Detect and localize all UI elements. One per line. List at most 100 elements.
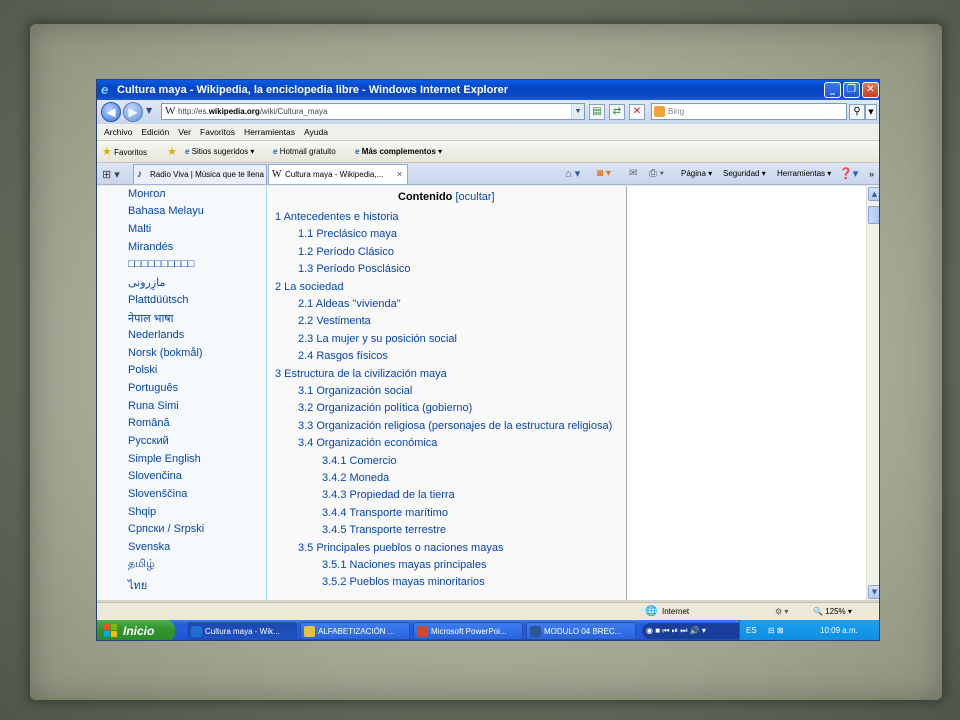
lang-link[interactable]: Română [128,417,170,429]
favorites-button[interactable]: ★ Favoritos [102,141,147,164]
home-icon[interactable]: ⌂ ▾ [565,163,580,185]
toc-entry-level-2[interactable]: 2.2 Vestimenta [298,315,371,327]
toc-entry-level-2[interactable]: 3.4 Organización económica [298,437,437,449]
menu-favoritos[interactable]: Favoritos [200,124,235,140]
tab-radio-viva[interactable]: ♪ Radio Viva | Música que te llena [133,164,267,184]
tray-icons[interactable]: ⊟ ⊠ [768,620,784,640]
lang-link[interactable]: Монгол [128,188,166,200]
favorites-bar: ★ Favoritos ★ e Sitios sugeridos ▾ e Hot… [97,141,879,164]
compatibility-view-icon[interactable]: ▤ [589,104,605,120]
history-dropdown-icon[interactable]: ▼ [146,106,152,115]
lang-link[interactable]: Српски / Srpski [128,523,204,535]
toc-entry-level-2[interactable]: 2.4 Rasgos físicos [298,350,388,362]
toc-toggle-link[interactable]: [ocultar] [455,191,494,203]
lang-link[interactable]: Русский [128,435,169,447]
toc-entry-level-3[interactable]: 3.4.4 Transporte marítimo [322,507,448,519]
taskbar-item-word[interactable]: MODULO 04 BREC... [526,622,636,640]
lang-link[interactable]: ไทย [128,576,147,594]
lang-link[interactable]: Nederlands [128,329,184,341]
start-button[interactable]: Inicio [97,620,175,640]
tab-cultura-maya[interactable]: W Cultura maya - Wikipedia,... ✕ [268,164,408,184]
toc-entry-level-3[interactable]: 3.5.2 Pueblos mayas minoritarios [322,576,485,588]
toc-entry-level-1[interactable]: 2 La sociedad [275,281,344,293]
lang-link[interactable]: Norsk (bokmål) [128,347,203,359]
lang-link[interactable]: Svenska [128,541,170,553]
scroll-thumb[interactable] [868,206,879,224]
address-dropdown-icon[interactable]: ▼ [571,104,584,119]
lang-link[interactable]: Slovenščina [128,488,187,500]
refresh-icon[interactable]: ⇄ [609,104,625,120]
menu-ver[interactable]: Ver [178,124,191,140]
vertical-scrollbar[interactable]: ▲ ▼ [866,186,879,600]
maximize-button[interactable]: ❐ [843,82,860,98]
search-icon[interactable]: ⚲ [849,104,865,120]
toc-entry-level-2[interactable]: 1.2 Período Clásico [298,246,394,258]
stop-icon[interactable]: ✕ [629,104,645,120]
lang-link[interactable]: Malti [128,223,151,235]
toc-entry-level-1[interactable]: 1 Antecedentes e historia [275,211,399,223]
suggested-sites-button[interactable]: e Sitios sugeridos ▾ [185,141,254,163]
chevron-more-icon[interactable]: » [869,163,874,185]
taskbar-item-powerpoint[interactable]: Microsoft PowerPoi... [413,622,523,640]
add-favorite-button[interactable]: ★ [167,141,177,164]
toc-entry-level-3[interactable]: 3.4.5 Transporte terrestre [322,524,446,536]
help-icon[interactable]: ❓▾ [839,163,858,185]
hotmail-link[interactable]: e Hotmail gratuito [273,141,336,163]
menu-archivo[interactable]: Archivo [104,124,132,140]
lang-link[interactable]: Plattdüütsch [128,294,189,306]
toc-entry-level-2[interactable]: 3.2 Organización política (gobierno) [298,402,472,414]
toc-entry-level-2[interactable]: 1.3 Período Posclásico [298,263,411,275]
toc-entry-level-2[interactable]: 1.1 Preclásico maya [298,228,397,240]
search-options-icon[interactable]: ▼ [865,104,877,120]
search-input[interactable]: Bing [651,103,847,120]
lang-link[interactable]: Shqip [128,506,156,518]
lang-link[interactable]: Bahasa Melayu [128,205,204,217]
lang-link[interactable]: Runa Simi [128,400,179,412]
toc-entry-level-2[interactable]: 3.5 Principales pueblos o naciones mayas [298,542,503,554]
lang-link[interactable]: தமிழ் [128,558,155,572]
menu-herramientas[interactable]: Herramientas [244,124,295,140]
lang-link[interactable]: Português [128,382,178,394]
menu-ayuda[interactable]: Ayuda [304,124,328,140]
mail-icon[interactable]: ✉ [629,163,637,185]
menu-edicion[interactable]: Edición [141,124,169,140]
scroll-down-icon[interactable]: ▼ [868,585,879,599]
window-titlebar[interactable]: e Cultura maya - Wikipedia, la enciclope… [97,80,879,100]
toc-entry-level-3[interactable]: 3.4.3 Propiedad de la tierra [322,489,455,501]
address-bar[interactable]: W http://es.wikipedia.org/wiki/Cultura_m… [161,103,585,120]
print-icon[interactable]: ⎙ ▾ [649,163,664,185]
toc-entry-level-3[interactable]: 3.4.2 Moneda [322,472,389,484]
close-button[interactable]: ✕ [862,82,879,98]
toc-entry-level-2[interactable]: 2.3 La mujer y su posición social [298,333,457,345]
more-addons-button[interactable]: e Más complementos ▾ [355,141,442,163]
toc-entry-level-3[interactable]: 3.5.1 Naciones mayas principales [322,559,486,571]
lang-link[interactable]: □□□□□□□□□□ [128,258,194,270]
toc-entry-level-3[interactable]: 3.4.1 Comercio [322,455,397,467]
taskbar-item-ie[interactable]: Cultura maya - Wik... [187,622,297,640]
feeds-icon[interactable]: ◙ ▾ [597,163,611,185]
toc-entry-level-2[interactable]: 2.1 Aldeas "vivienda" [298,298,401,310]
minimize-button[interactable]: _ [824,82,841,98]
language-indicator[interactable]: ES [746,620,757,640]
scroll-up-icon[interactable]: ▲ [868,187,879,201]
protected-mode-icon[interactable]: ⚙ ▾ [775,603,788,621]
lang-link[interactable]: नेपाल भाषा [128,311,174,326]
security-menu[interactable]: Seguridad ▾ [723,163,766,185]
toc-entry-level-2[interactable]: 3.3 Organización religiosa (personajes d… [298,420,612,432]
page-menu[interactable]: Página ▾ [681,163,712,185]
tools-menu[interactable]: Herramientas ▾ [777,163,831,185]
taskbar-item-folder[interactable]: ALFABETIZACIÓN ... [300,622,410,640]
toc-entry-level-2[interactable]: 3.1 Organización social [298,385,412,397]
lang-link[interactable]: Slovenčina [128,470,182,482]
back-button[interactable]: ◀ [101,102,121,122]
taskbar: Inicio Cultura maya - Wik... ALFABETIZAC… [97,620,879,640]
forward-button[interactable]: ▶ [123,102,143,122]
toc-entry-level-1[interactable]: 3 Estructura de la civilización maya [275,368,447,380]
zoom-control[interactable]: 🔍 125% ▾ [813,603,852,621]
lang-link[interactable]: Mirandés [128,241,173,253]
close-tab-icon[interactable]: ✕ [396,165,403,184]
lang-link[interactable]: Polski [128,364,157,376]
quick-tabs-icon[interactable]: ⊞ ▾ [102,168,120,181]
lang-link[interactable]: مازِرونی [128,276,165,289]
lang-link[interactable]: Simple English [128,453,201,465]
